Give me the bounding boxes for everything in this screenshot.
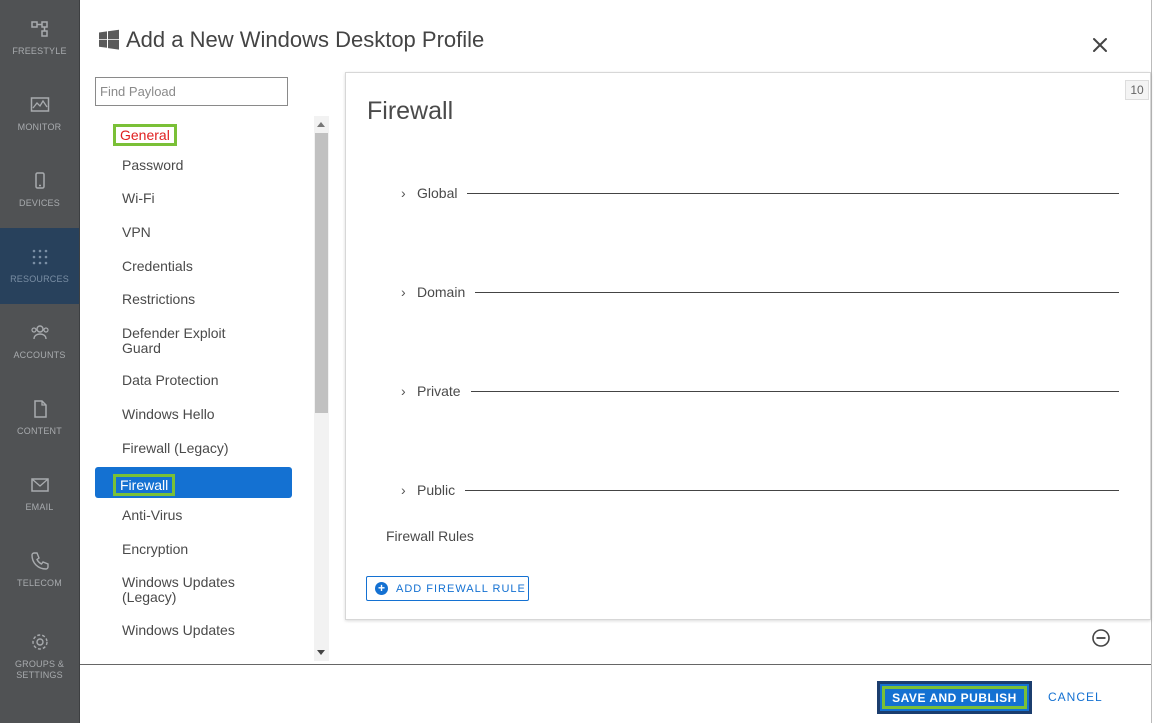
payload-label: Credentials <box>122 258 193 274</box>
nav-label: TELECOM <box>17 578 62 588</box>
count-badge: 10 <box>1125 80 1149 100</box>
content-icon <box>33 400 47 418</box>
payload-label: Firewall <box>113 474 176 496</box>
add-profile-modal: Add a New Windows Desktop Profile Genera… <box>80 0 1152 724</box>
resources-icon <box>32 249 47 265</box>
save-label: SAVE AND PUBLISH <box>882 686 1027 709</box>
nav-label: MONITOR <box>17 122 62 132</box>
payload-label: Wi-Fi <box>122 190 155 206</box>
payload-list: General Password Wi-Fi VPN Credentials R… <box>95 116 330 661</box>
section-public[interactable]: › Public <box>401 480 1119 500</box>
nav-item-email[interactable]: EMAIL <box>0 456 79 532</box>
payload-label: Windows Updates <box>122 622 235 638</box>
cancel-button[interactable]: CANCEL <box>1048 690 1103 704</box>
payload-item-data-protection[interactable]: Data Protection <box>95 373 292 388</box>
payload-label: Firewall (Legacy) <box>122 440 229 456</box>
section-label: Private <box>417 383 461 399</box>
accounts-icon <box>30 325 49 340</box>
divider <box>465 489 1119 491</box>
payload-label: Windows Hello <box>122 406 215 422</box>
payload-item-password[interactable]: Password <box>95 158 292 173</box>
payload-item-wifi[interactable]: Wi-Fi <box>95 191 292 206</box>
nav-label: EMAIL <box>25 502 54 512</box>
payload-label: Anti-Virus <box>122 507 183 523</box>
devices-icon <box>34 172 45 189</box>
nav-item-resources[interactable]: RESOURCES <box>0 228 79 304</box>
payload-item-encryption[interactable]: Encryption <box>95 542 292 557</box>
nav-item-content[interactable]: CONTENT <box>0 380 79 456</box>
scroll-up-arrow-icon[interactable] <box>317 122 325 127</box>
payload-settings-panel: 10 Firewall › Global › Domain › Private … <box>345 72 1151 620</box>
scroll-down-arrow-icon[interactable] <box>317 650 325 655</box>
payload-item-general[interactable]: General <box>95 124 292 146</box>
remove-payload-button[interactable] <box>1091 628 1111 648</box>
section-domain[interactable]: › Domain <box>401 282 1119 302</box>
save-and-publish-button[interactable]: SAVE AND PUBLISH <box>877 681 1032 714</box>
payload-item-windows-hello[interactable]: Windows Hello <box>95 407 292 422</box>
modal-header: Add a New Windows Desktop Profile <box>98 22 484 58</box>
payload-scrollbar[interactable] <box>314 116 329 661</box>
payload-label: Defender Exploit Guard <box>122 325 226 356</box>
payload-label: General <box>113 124 177 146</box>
plus-circle-icon: + <box>375 582 388 595</box>
close-icon <box>1093 38 1107 52</box>
nav-item-telecom[interactable]: TELECOM <box>0 532 79 608</box>
payload-label: Restrictions <box>122 291 196 307</box>
modal-footer: SAVE AND PUBLISH CANCEL <box>80 664 1151 724</box>
freestyle-icon <box>30 21 48 37</box>
nav-label: RESOURCES <box>10 274 69 284</box>
nav-item-groups-settings[interactable]: GROUPS & SETTINGS <box>0 618 79 694</box>
payload-item-windows-updates-legacy[interactable]: Windows Updates (Legacy) <box>95 575 245 605</box>
nav-label: ACCOUNTS <box>13 350 66 360</box>
nav-item-devices[interactable]: DEVICES <box>0 152 79 228</box>
section-label: Public <box>417 482 456 498</box>
panel-title: Firewall <box>367 97 454 125</box>
nav-label: FREESTYLE <box>12 46 67 56</box>
payload-item-firewall[interactable]: Firewall <box>95 467 292 498</box>
payload-item-anti-virus[interactable]: Anti-Virus <box>95 508 292 523</box>
section-global[interactable]: › Global <box>401 183 1119 203</box>
payload-label: Password <box>122 157 184 173</box>
nav-label: GROUPS & SETTINGS <box>14 658 65 680</box>
settings-icon <box>31 633 48 650</box>
chevron-right-icon: › <box>401 482 406 498</box>
divider <box>475 291 1119 293</box>
find-payload-input[interactable] <box>95 77 288 106</box>
chevron-right-icon: › <box>401 284 406 300</box>
payload-label: Data Protection <box>122 372 219 388</box>
firewall-rules-label: Firewall Rules <box>386 528 474 544</box>
add-firewall-rule-button[interactable]: + ADD FIREWALL RULE <box>366 576 529 601</box>
divider <box>470 390 1119 392</box>
nav-label: CONTENT <box>17 426 62 436</box>
payload-item-windows-updates[interactable]: Windows Updates <box>95 623 292 638</box>
payload-label: Windows Updates (Legacy) <box>122 574 235 605</box>
close-button[interactable] <box>1088 33 1112 57</box>
nav-item-monitor[interactable]: MONITOR <box>0 76 79 152</box>
payload-item-firewall-legacy[interactable]: Firewall (Legacy) <box>95 441 292 456</box>
payload-label: Encryption <box>122 541 189 557</box>
chevron-right-icon: › <box>401 383 406 399</box>
payload-item-defender-exploit-guard[interactable]: Defender Exploit Guard <box>95 326 235 356</box>
scrollbar-thumb[interactable] <box>315 133 328 413</box>
section-label: Global <box>417 185 458 201</box>
payload-item-restrictions[interactable]: Restrictions <box>95 292 292 307</box>
modal-title: Add a New Windows Desktop Profile <box>126 27 485 52</box>
minus-circle-icon <box>1092 629 1110 647</box>
monitor-icon <box>30 97 49 112</box>
telecom-icon <box>30 552 49 570</box>
nav-item-accounts[interactable]: ACCOUNTS <box>0 304 79 380</box>
nav-item-freestyle[interactable]: FREESTYLE <box>0 0 79 76</box>
payload-item-credentials[interactable]: Credentials <box>95 259 292 274</box>
app-sidebar: FREESTYLE MONITOR DEVICES RESOURCES ACCO… <box>0 0 80 723</box>
payload-item-vpn[interactable]: VPN <box>95 225 292 240</box>
section-private[interactable]: › Private <box>401 381 1119 401</box>
email-icon <box>30 478 49 492</box>
nav-label: DEVICES <box>19 198 60 208</box>
payload-label: VPN <box>122 224 151 240</box>
add-rule-label: ADD FIREWALL RULE <box>396 582 526 595</box>
divider <box>467 192 1119 194</box>
chevron-right-icon: › <box>401 185 406 201</box>
section-label: Domain <box>417 284 466 300</box>
windows-logo-icon <box>99 29 119 50</box>
